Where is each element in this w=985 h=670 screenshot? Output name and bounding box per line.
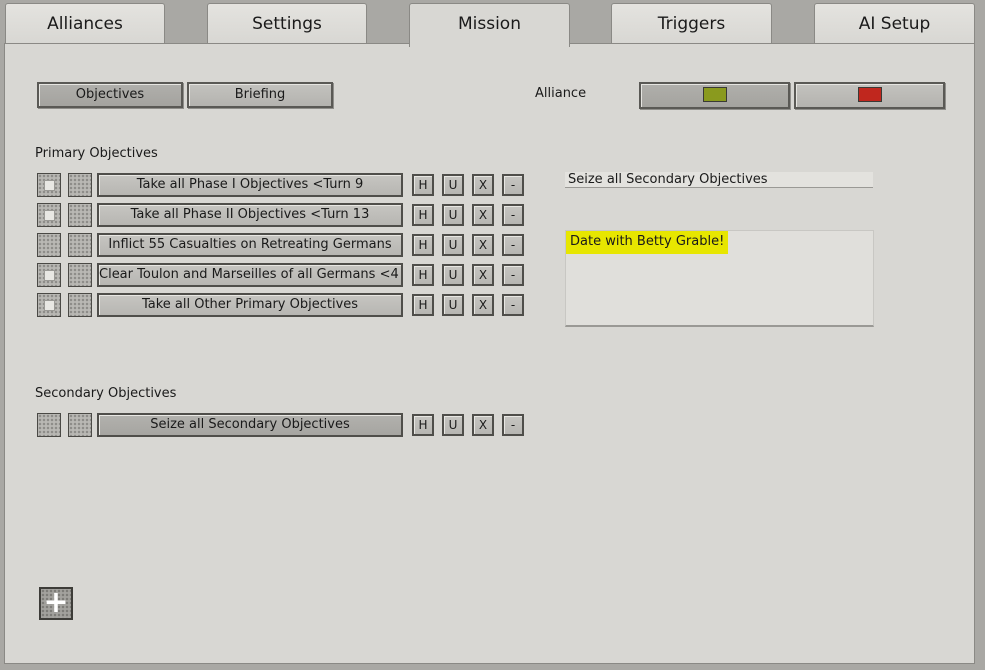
alliance-green-swatch (702, 87, 727, 102)
objective-h-button[interactable]: H (412, 294, 434, 316)
objective-x-button[interactable]: X (472, 174, 494, 196)
objective-u-button[interactable]: U (442, 204, 464, 226)
objective-remove-button[interactable]: - (502, 174, 524, 196)
objective-toggle[interactable] (68, 263, 92, 287)
objective-remove-button[interactable]: - (502, 414, 524, 436)
objective-checkbox[interactable] (37, 173, 61, 197)
objective-remove-button[interactable]: - (502, 264, 524, 286)
objective-x-button[interactable]: X (472, 414, 494, 436)
objective-toggle[interactable] (68, 203, 92, 227)
add-objective-button[interactable]: + (39, 587, 73, 620)
objective-x-button[interactable]: X (472, 234, 494, 256)
objective-checkbox[interactable] (37, 413, 61, 437)
objective-u-button[interactable]: U (442, 174, 464, 196)
secondary-objectives-heading: Secondary Objectives (35, 386, 177, 401)
objective-x-button[interactable]: X (472, 294, 494, 316)
objective-item[interactable]: Take all Phase II Objectives <Turn 13 (97, 203, 403, 227)
checkbox-box (44, 180, 55, 191)
alliance-red-swatch (857, 87, 882, 102)
objective-item[interactable]: Take all Other Primary Objectives (97, 293, 403, 317)
objective-checkbox[interactable] (37, 233, 61, 257)
primary-objectives-heading: Primary Objectives (35, 146, 158, 161)
objective-remove-button[interactable]: - (502, 204, 524, 226)
briefing-subtab[interactable]: Briefing (187, 82, 333, 108)
objective-item[interactable]: Clear Toulon and Marseilles of all Germa… (97, 263, 403, 287)
objective-x-button[interactable]: X (472, 204, 494, 226)
objective-h-button[interactable]: H (412, 174, 434, 196)
objective-checkbox[interactable] (37, 203, 61, 227)
objective-item[interactable]: Inflict 55 Casualties on Retreating Germ… (97, 233, 403, 257)
objective-item[interactable]: Take all Phase I Objectives <Turn 9 (97, 173, 403, 197)
alliance-red-button[interactable] (794, 82, 945, 109)
objective-remove-button[interactable]: - (502, 234, 524, 256)
objectives-subtab[interactable]: Objectives (37, 82, 183, 108)
objective-u-button[interactable]: U (442, 294, 464, 316)
objective-toggle[interactable] (68, 413, 92, 437)
objective-u-button[interactable]: U (442, 234, 464, 256)
objective-u-button[interactable]: U (442, 414, 464, 436)
mission-content: Objectives Briefing Alliance Primary Obj… (0, 0, 985, 670)
objective-item-selected[interactable]: Seize all Secondary Objectives (97, 413, 403, 437)
description-text: Date with Betty Grable! (566, 231, 729, 254)
objective-u-button[interactable]: U (442, 264, 464, 286)
objective-remove-button[interactable]: - (502, 294, 524, 316)
objective-toggle[interactable] (68, 233, 92, 257)
objective-h-button[interactable]: H (412, 414, 434, 436)
checkbox-box (44, 210, 55, 221)
alliance-label: Alliance (535, 86, 587, 101)
objective-h-button[interactable]: H (412, 204, 434, 226)
objective-name-field[interactable]: Seize all Secondary Objectives (565, 172, 873, 188)
objective-h-button[interactable]: H (412, 264, 434, 286)
objective-x-button[interactable]: X (472, 264, 494, 286)
objective-description-field[interactable]: Date with Betty Grable! (565, 230, 874, 327)
objective-checkbox[interactable] (37, 293, 61, 317)
objective-h-button[interactable]: H (412, 234, 434, 256)
checkbox-box (44, 300, 55, 311)
objective-checkbox[interactable] (37, 263, 61, 287)
alliance-green-button[interactable] (639, 82, 790, 109)
objective-toggle[interactable] (68, 293, 92, 317)
objective-toggle[interactable] (68, 173, 92, 197)
checkbox-box (44, 270, 55, 281)
